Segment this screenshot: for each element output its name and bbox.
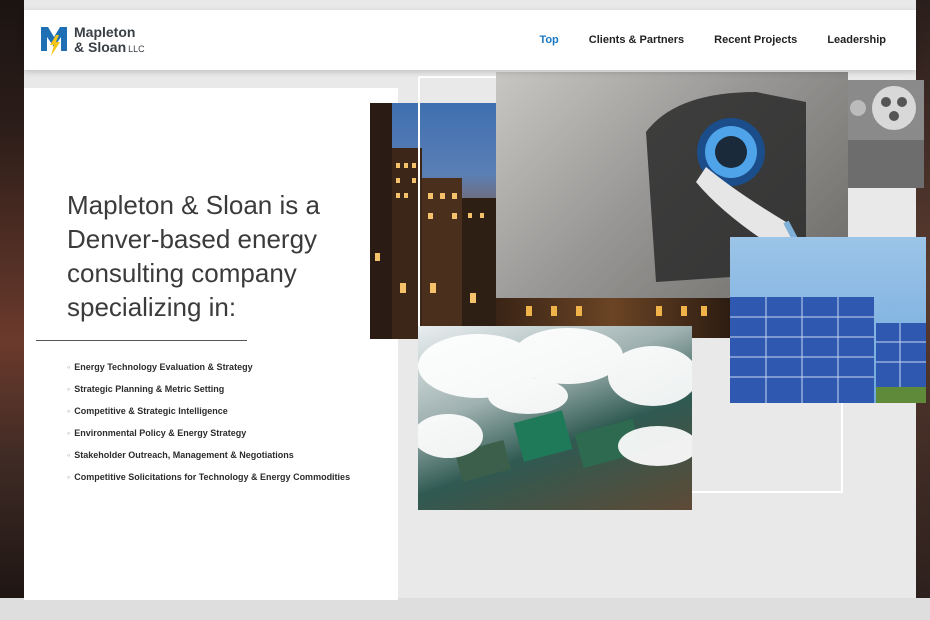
service-item: ◦ Competitive & Strategic Intelligence <box>67 404 350 426</box>
bullet-icon: ◦ <box>67 406 71 416</box>
service-item-label: Competitive & Strategic Intelligence <box>74 406 228 416</box>
background-edge-left <box>0 0 24 620</box>
logo-line-1: Mapleton <box>74 24 136 40</box>
service-item: ◦ Environmental Policy & Energy Strategy <box>67 426 350 448</box>
bullet-icon: ◦ <box>67 472 71 482</box>
service-item-label: Stakeholder Outreach, Management & Negot… <box>74 450 294 460</box>
page-bottom-strip <box>0 598 930 620</box>
intro-card: Mapleton & Sloan is a Denver-based energ… <box>24 88 398 600</box>
connector-graphic <box>848 86 924 188</box>
service-item: ◦ Competitive Solicitations for Technolog… <box>67 470 350 492</box>
aerial-wind-farm-image <box>418 326 692 510</box>
logo-wordmark: Mapleton & Sloan LLC <box>74 25 145 57</box>
headline-divider <box>36 340 247 341</box>
main-nav: Top Clients & Partners Recent Projects L… <box>539 10 916 70</box>
logo-suffix: LLC <box>128 44 145 54</box>
service-item-label: Energy Technology Evaluation & Strategy <box>74 362 253 372</box>
nav-item-leadership[interactable]: Leadership <box>827 34 886 46</box>
site-header: Mapleton & Sloan LLC Top Clients & Partne… <box>24 10 916 70</box>
bullet-icon: ◦ <box>67 362 71 372</box>
logo[interactable]: Mapleton & Sloan LLC <box>40 23 145 59</box>
solar-panels-graphic <box>730 297 926 403</box>
logo-mark-icon <box>41 27 67 56</box>
hero-headline: Mapleton & Sloan is a Denver-based energ… <box>67 190 320 322</box>
service-item: ◦ Stakeholder Outreach, Management & Nego… <box>67 448 350 470</box>
services-list: ◦ Energy Technology Evaluation & Strategy… <box>67 360 350 492</box>
nav-item-recent-projects[interactable]: Recent Projects <box>714 34 797 46</box>
bullet-icon: ◦ <box>67 384 71 394</box>
service-item: ◦ Strategic Planning & Metric Setting <box>67 382 350 404</box>
service-item: ◦ Energy Technology Evaluation & Strategy <box>67 360 350 382</box>
logo-line-2: & Sloan LLC <box>74 40 145 57</box>
bullet-icon: ◦ <box>67 428 71 438</box>
clouds-fields-graphic <box>418 328 692 482</box>
logo-line-2-text: & Sloan <box>74 39 127 55</box>
bullet-icon: ◦ <box>67 450 71 460</box>
service-item-label: Environmental Policy & Energy Strategy <box>74 428 247 438</box>
nav-item-clients-partners[interactable]: Clients & Partners <box>589 34 684 46</box>
solar-panel-image <box>730 237 926 403</box>
charging-connector-image <box>848 80 924 188</box>
service-item-label: Strategic Planning & Metric Setting <box>74 384 225 394</box>
nav-item-top[interactable]: Top <box>539 34 558 46</box>
service-item-label: Competitive Solicitations for Technology… <box>74 472 351 482</box>
